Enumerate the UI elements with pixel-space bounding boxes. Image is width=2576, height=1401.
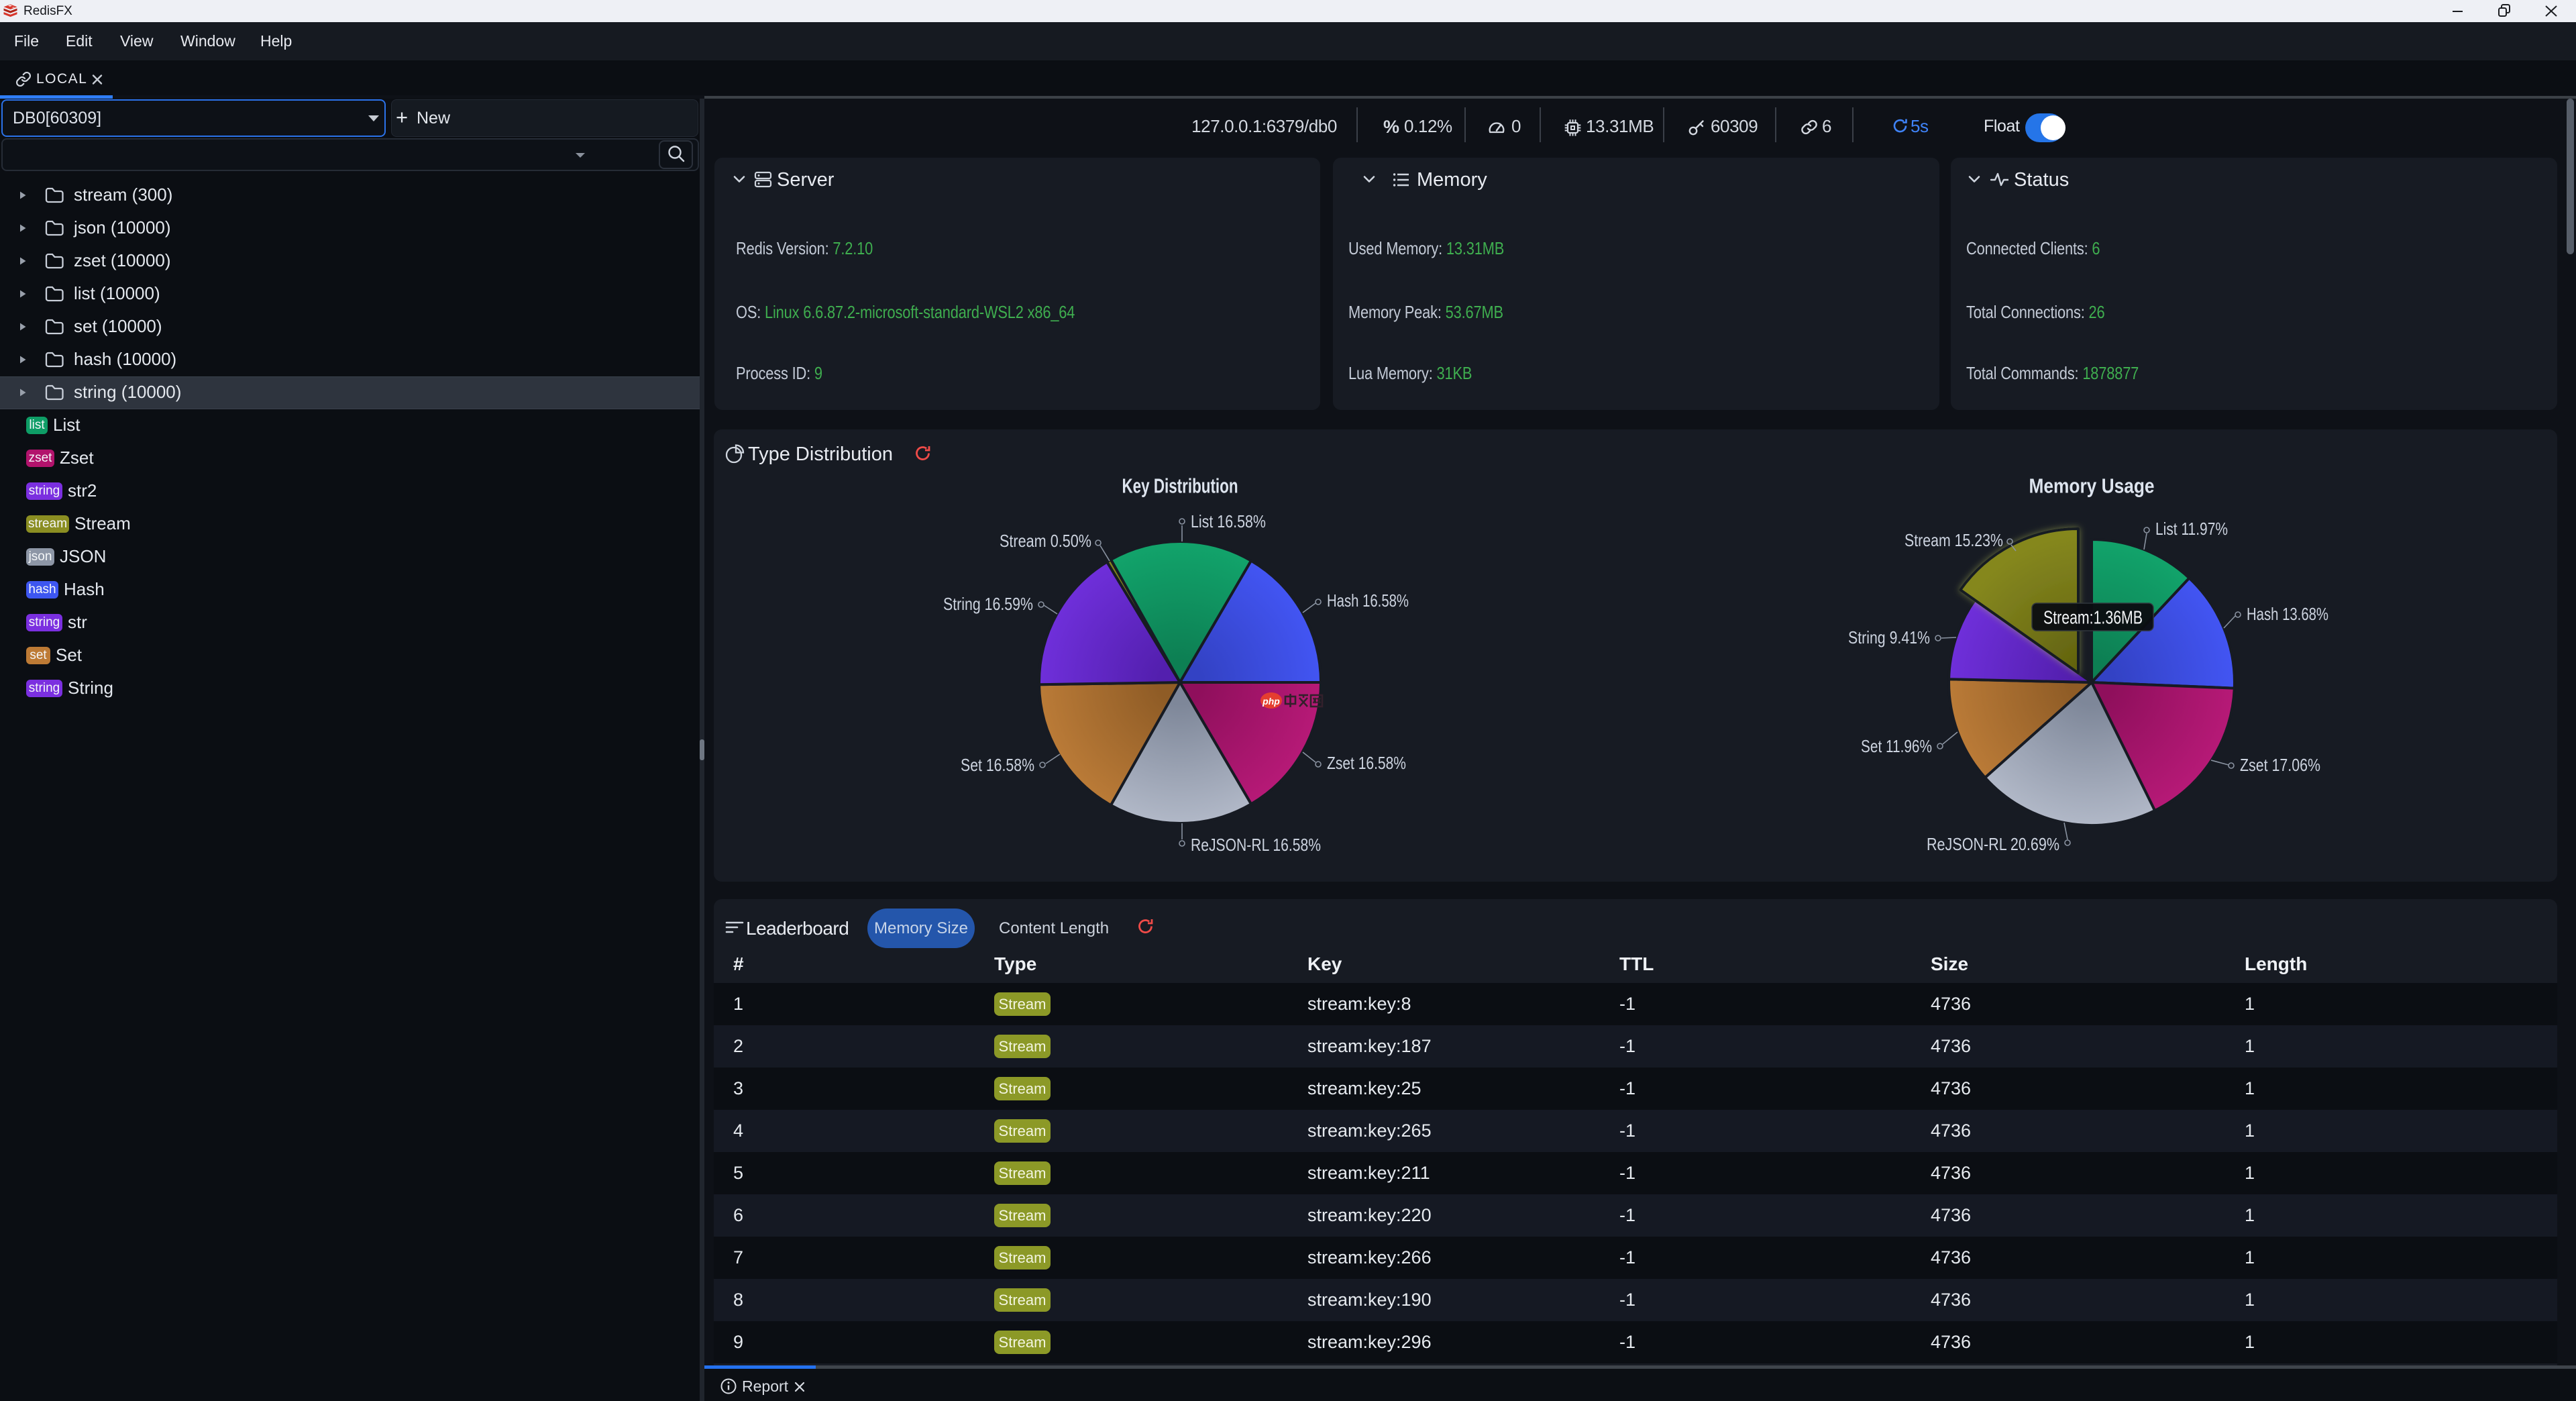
svg-text:Set 11.96%: Set 11.96% (1861, 736, 1932, 756)
svg-text:Key Distribution: Key Distribution (1122, 474, 1238, 498)
svg-text:Hash 16.58%: Hash 16.58% (1327, 590, 1409, 611)
svg-text:Set 16.58%: Set 16.58% (961, 755, 1034, 775)
svg-text:List 16.58%: List 16.58% (1191, 511, 1266, 531)
svg-text:ReJSON-RL 16.58%: ReJSON-RL 16.58% (1191, 835, 1321, 855)
svg-text:Stream 15.23%: Stream 15.23% (1904, 530, 2003, 550)
svg-text:Zset 17.06%: Zset 17.06% (2240, 755, 2320, 775)
svg-text:Zset 16.58%: Zset 16.58% (1327, 753, 1406, 773)
svg-text:php: php (1262, 696, 1280, 707)
svg-text:Hash 13.68%: Hash 13.68% (2247, 604, 2328, 624)
svg-text:Stream 0.50%: Stream 0.50% (1000, 531, 1091, 551)
svg-text:Memory Usage: Memory Usage (2029, 474, 2155, 498)
svg-text:List 11.97%: List 11.97% (2155, 519, 2228, 539)
svg-text:Stream:1.36MB: Stream:1.36MB (2043, 607, 2143, 628)
svg-text:String 9.41%: String 9.41% (1848, 627, 1930, 647)
svg-text:ReJSON-RL 20.69%: ReJSON-RL 20.69% (1927, 834, 2059, 854)
svg-text:String 16.59%: String 16.59% (943, 594, 1033, 614)
